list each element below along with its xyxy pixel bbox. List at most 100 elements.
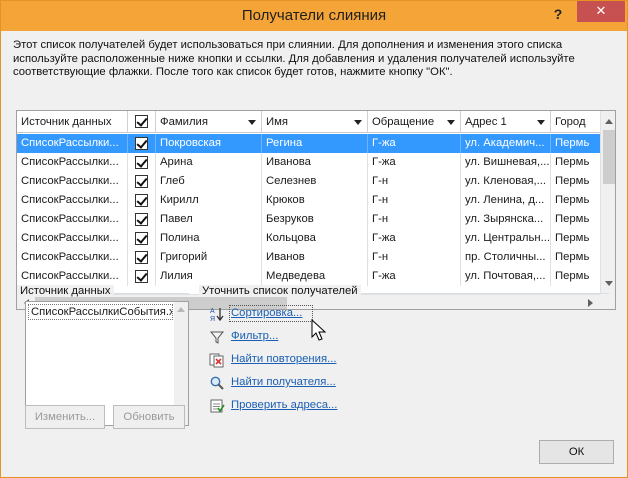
filter-link[interactable]: Фильтр... — [209, 328, 389, 346]
include-cell[interactable] — [128, 172, 156, 191]
cell-address: ул. Кленовая,... — [461, 172, 551, 191]
sort-link[interactable]: A Я Сортировка... — [209, 305, 389, 323]
ok-button[interactable]: ОК — [539, 440, 614, 464]
cell-source: СписокРассылки... — [17, 248, 128, 267]
mouse-cursor-icon — [311, 319, 327, 341]
validate-addresses-icon — [210, 399, 225, 413]
table-row[interactable]: СписокРассылки... Павел Безруков Г-н ул. Зыр… — [17, 210, 601, 229]
help-button[interactable]: ? — [547, 4, 569, 24]
find-duplicates-link[interactable]: Найти повторения... — [209, 351, 389, 369]
scroll-down-icon[interactable] — [601, 276, 615, 292]
include-cell[interactable] — [128, 229, 156, 248]
table-row[interactable]: СписокРассылки... Арина Иванова Г-жа ул. Виш… — [17, 153, 601, 172]
cell-city: Пермь — [551, 267, 601, 286]
cell-first: Селезнев — [262, 172, 368, 191]
cell-address: ул. Академич... — [461, 134, 551, 153]
grid-rows: СписокРассылки... Покровская Регина Г-жа ул.… — [17, 134, 601, 286]
cell-last: Лилия — [156, 267, 262, 286]
cell-city: Пермь — [551, 134, 601, 153]
refine-group-label: Уточнить список получателей — [199, 285, 361, 297]
include-cell[interactable] — [128, 134, 156, 153]
include-cell[interactable] — [128, 153, 156, 172]
cell-address: ул. Зырянска... — [461, 210, 551, 229]
chevron-down-icon[interactable] — [245, 115, 259, 129]
include-cell[interactable] — [128, 248, 156, 267]
cell-source: СписокРассылки... — [17, 229, 128, 248]
include-checkbox[interactable] — [135, 232, 148, 245]
cell-first: Регина — [262, 134, 368, 153]
cell-title: Г-н — [368, 248, 461, 267]
table-row[interactable]: СписокРассылки... Кирилл Крюков Г-н ул. Лени… — [17, 191, 601, 210]
description-text: Этот список получателей будет использова… — [13, 39, 575, 78]
find-recipient-link-label[interactable]: Найти получателя... — [231, 376, 336, 388]
include-checkbox[interactable] — [135, 156, 148, 169]
chevron-down-icon[interactable] — [444, 115, 458, 129]
data-source-item[interactable]: СписокРассылкиСобытия.xlsx — [28, 304, 173, 320]
cell-first: Крюков — [262, 191, 368, 210]
vertical-scrollbar[interactable] — [600, 111, 615, 294]
filter-link-label[interactable]: Фильтр... — [231, 330, 278, 342]
cell-last: Покровская — [156, 134, 262, 153]
cell-last: Григорий — [156, 248, 262, 267]
cell-city: Пермь — [551, 229, 601, 248]
scroll-up-icon[interactable] — [601, 113, 615, 129]
table-row[interactable]: СписокРассылки... Лилия Медведева Г-жа ул. П… — [17, 267, 601, 286]
cell-title: Г-жа — [368, 229, 461, 248]
include-checkbox[interactable] — [135, 194, 148, 207]
cell-first: Медведева — [262, 267, 368, 286]
scroll-right-icon[interactable] — [582, 295, 598, 309]
include-cell[interactable] — [128, 210, 156, 229]
sort-icon: A Я — [210, 308, 224, 322]
svg-text:A: A — [210, 308, 215, 315]
grid-header: Источник данных Фамилия Имя Обращение Ад… — [17, 111, 600, 133]
column-header-include[interactable] — [128, 111, 156, 133]
cell-city: Пермь — [551, 191, 601, 210]
cell-last: Павел — [156, 210, 262, 229]
validate-addresses-link-label[interactable]: Проверить адреса... — [231, 399, 337, 411]
recipients-grid[interactable]: Источник данных Фамилия Имя Обращение Ад… — [16, 110, 616, 310]
cell-first: Иванов — [262, 248, 368, 267]
sort-link-label[interactable]: Сортировка... — [231, 307, 302, 319]
cell-source: СписокРассылки... — [17, 267, 128, 286]
refresh-source-button[interactable]: Обновить — [113, 405, 185, 429]
cell-title: Г-н — [368, 191, 461, 210]
cell-first: Безруков — [262, 210, 368, 229]
cell-title: Г-н — [368, 172, 461, 191]
column-header-city[interactable]: Город — [551, 111, 601, 133]
cell-first: Иванова — [262, 153, 368, 172]
include-cell[interactable] — [128, 267, 156, 286]
table-row[interactable]: СписокРассылки... Полина Кольцова Г-жа ул. Ц… — [17, 229, 601, 248]
include-checkbox[interactable] — [135, 251, 148, 264]
chevron-down-icon[interactable] — [534, 115, 548, 129]
cell-title: Г-жа — [368, 153, 461, 172]
include-checkbox[interactable] — [135, 213, 148, 226]
cell-first: Кольцова — [262, 229, 368, 248]
cell-source: СписокРассылки... — [17, 134, 128, 153]
table-row[interactable]: СписокРассылки... Григорий Иванов Г-н пр. Ст… — [17, 248, 601, 267]
find-duplicates-link-label[interactable]: Найти повторения... — [231, 353, 337, 365]
include-cell[interactable] — [128, 191, 156, 210]
chevron-down-icon[interactable] — [351, 115, 365, 129]
include-checkbox[interactable] — [135, 175, 148, 188]
include-checkbox[interactable] — [135, 137, 148, 150]
data-source-group-label: Источник данных — [17, 285, 114, 297]
dialog-title: Получатели слияния — [241, 7, 387, 24]
edit-source-button[interactable]: Изменить... — [25, 405, 105, 429]
column-header-last-name[interactable]: Фамилия — [156, 111, 262, 133]
table-row[interactable]: СписокРассылки... Глеб Селезнев Г-н ул. Клен… — [17, 172, 601, 191]
find-recipient-icon — [210, 376, 224, 390]
validate-addresses-link[interactable]: Проверить адреса... — [209, 397, 389, 415]
select-all-checkbox[interactable] — [135, 115, 148, 128]
table-row[interactable]: СписокРассылки... Покровская Регина Г-жа ул.… — [17, 134, 601, 153]
scroll-thumb[interactable] — [603, 130, 615, 184]
column-header-first-name[interactable]: Имя — [262, 111, 368, 133]
include-checkbox[interactable] — [135, 270, 148, 283]
find-recipient-link[interactable]: Найти получателя... — [209, 374, 389, 392]
cell-last: Глеб — [156, 172, 262, 191]
cell-source: СписокРассылки... — [17, 172, 128, 191]
column-header-source[interactable]: Источник данных — [17, 111, 128, 133]
column-header-address[interactable]: Адрес 1 — [461, 111, 551, 133]
close-button[interactable]: ✕ — [577, 1, 625, 22]
scroll-up-icon[interactable] — [174, 305, 188, 315]
column-header-salutation[interactable]: Обращение — [368, 111, 461, 133]
